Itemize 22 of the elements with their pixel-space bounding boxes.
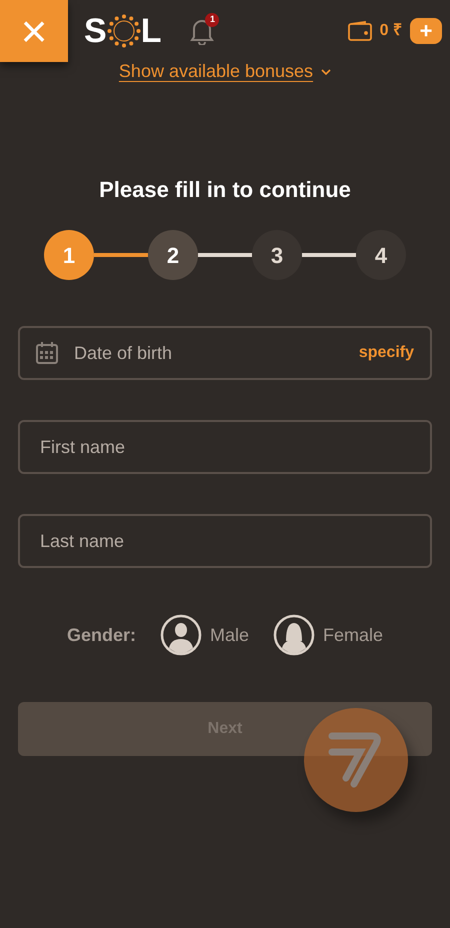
gender-option[interactable]: Female bbox=[273, 614, 384, 656]
step-connector bbox=[94, 253, 148, 257]
gender-label: Gender: bbox=[66, 624, 136, 646]
calendar-icon bbox=[36, 342, 58, 364]
notification-badge: 1 bbox=[205, 13, 220, 27]
form-title: Please fill in to continue bbox=[98, 176, 352, 204]
input-field[interactable]: Last name bbox=[18, 514, 432, 568]
chevron-down-icon bbox=[321, 68, 332, 74]
step-connector bbox=[198, 253, 252, 257]
balance-amount: 0 ₹ bbox=[380, 21, 402, 41]
bell-icon[interactable] bbox=[189, 17, 216, 45]
wallet-icon[interactable] bbox=[348, 21, 372, 41]
step-connector bbox=[302, 253, 356, 257]
man-avatar-icon bbox=[160, 614, 202, 656]
input-field[interactable]: First name bbox=[18, 420, 432, 474]
woman-avatar-icon bbox=[273, 614, 315, 656]
specify-link[interactable]: specify bbox=[358, 341, 414, 365]
gender-option[interactable]: Male bbox=[160, 614, 249, 656]
show-bonuses-link[interactable]: Show available bonuses bbox=[118, 58, 314, 85]
date-field[interactable]: Date of birth specify bbox=[18, 326, 432, 380]
logo: S L bbox=[84, 14, 162, 48]
sun-icon bbox=[106, 14, 141, 48]
